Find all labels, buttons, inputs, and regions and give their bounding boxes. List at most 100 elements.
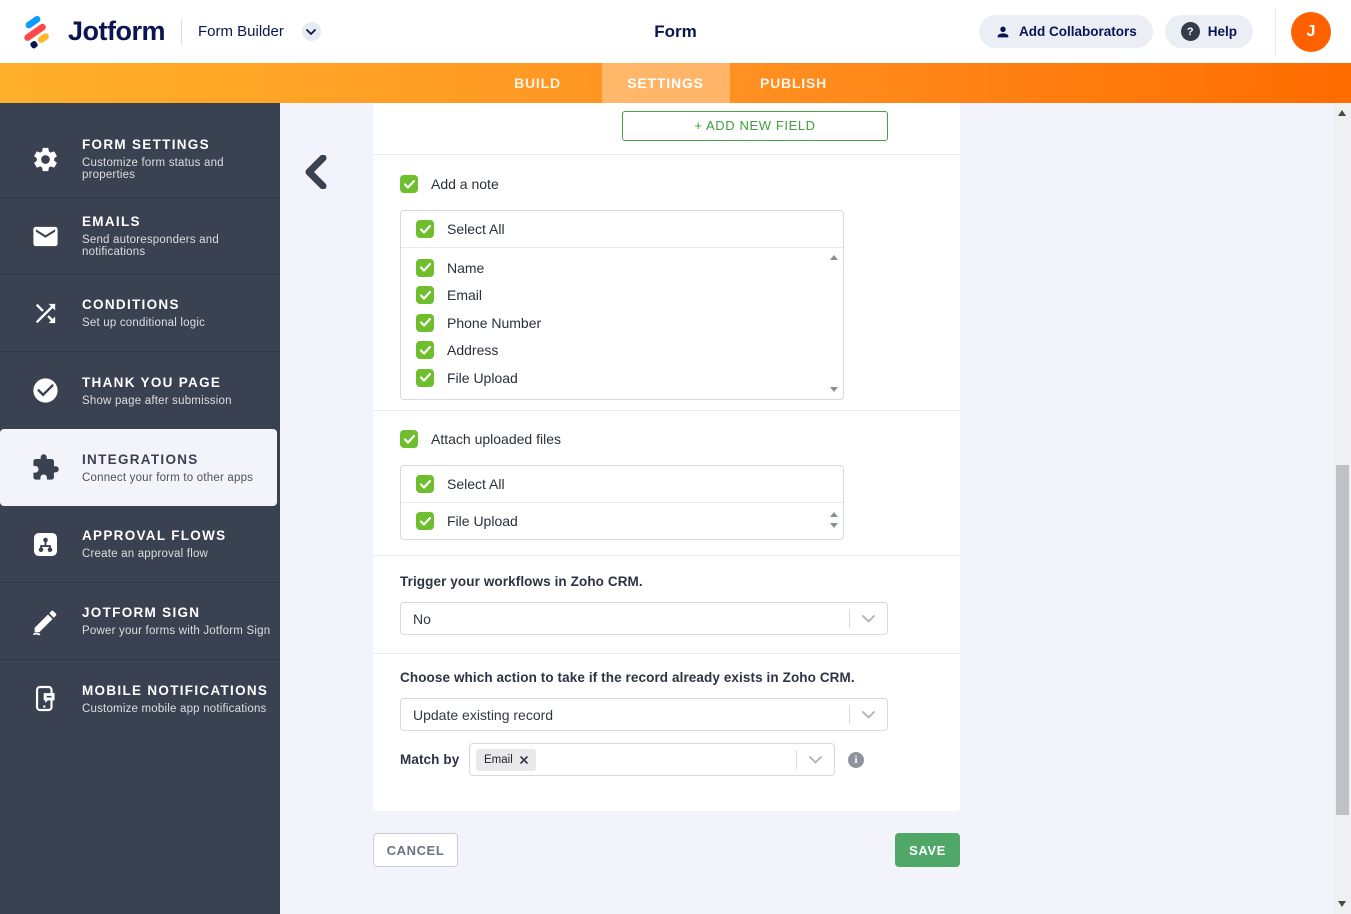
sidebar-item-integrations[interactable]: INTEGRATIONS Connect your form to other … xyxy=(0,429,277,506)
tag-label: Email xyxy=(484,753,513,766)
sidebar-item-thank-you-page[interactable]: THANK YOU PAGE Show page after submissio… xyxy=(0,352,280,429)
sidebar-item-jotform-sign[interactable]: JOTFORM SIGN Power your forms with Jotfo… xyxy=(0,583,280,660)
sidebar-item-title: THANK YOU PAGE xyxy=(82,374,222,390)
header-divider xyxy=(1275,8,1276,55)
jotform-logo-icon[interactable] xyxy=(18,13,56,51)
section-add-field: + ADD NEW FIELD xyxy=(373,103,960,155)
scrollbar-up-icon[interactable] xyxy=(1338,110,1346,116)
tab-publish[interactable]: PUBLISH xyxy=(730,63,858,103)
tabstrip: BUILD SETTINGS PUBLISH xyxy=(474,63,858,103)
field-checkbox[interactable] xyxy=(416,258,434,277)
record-action-select[interactable]: Update existing record xyxy=(400,698,888,731)
tab-settings[interactable]: SETTINGS xyxy=(601,63,730,103)
attach-fields-selectbox: Select All File Upload xyxy=(400,465,844,540)
chevron-down-icon xyxy=(862,710,875,718)
note-select-all-checkbox[interactable] xyxy=(416,220,434,238)
integration-settings-content: + ADD NEW FIELD Add a note Select All Na… xyxy=(280,103,1334,914)
scroll-up-icon[interactable] xyxy=(830,512,838,517)
attach-files-checkbox[interactable] xyxy=(400,430,418,448)
sidebar-item-approval-flows[interactable]: APPROVAL FLOWS Create an approval flow xyxy=(0,506,280,583)
scroll-down-icon[interactable] xyxy=(830,523,838,528)
list-item: File Upload xyxy=(401,503,843,539)
scrollbar-down-icon[interactable] xyxy=(1338,901,1346,907)
header-actions: Add Collaborators ? Help J xyxy=(978,0,1331,63)
scrollbar-thumb[interactable] xyxy=(1336,465,1349,815)
list-item: Address xyxy=(401,337,843,365)
field-checkbox[interactable] xyxy=(416,341,434,360)
sidebar-item-subtitle: Customize form status and properties xyxy=(82,157,224,181)
sidebar-item-title: FORM SETTINGS xyxy=(82,137,210,152)
product-chevron-down-icon[interactable] xyxy=(301,22,321,41)
field-label: File Upload xyxy=(447,369,518,386)
sidebar-item-text: JOTFORM SIGN Power your forms with Jotfo… xyxy=(82,605,270,637)
trigger-workflows-select[interactable]: No xyxy=(400,602,888,635)
back-chevron-icon[interactable] xyxy=(303,154,328,194)
sidebar-item-emails[interactable]: EMAILS Send autoresponders and notificat… xyxy=(0,198,280,275)
approval-flow-icon xyxy=(34,532,57,556)
field-label: Address xyxy=(447,342,499,359)
note-fields-selectbox: Select All Name Email Phone Number Addre… xyxy=(400,210,844,400)
sidebar-item-subtitle: Create an approval flow xyxy=(82,548,209,560)
scroll-up-icon[interactable] xyxy=(830,255,838,260)
add-a-note-row: Add a note xyxy=(400,175,888,193)
sidebar-item-conditions[interactable]: CONDITIONS Set up conditional logic xyxy=(0,275,280,352)
list-item: File Upload xyxy=(401,364,843,392)
save-button[interactable]: SAVE xyxy=(895,833,960,867)
add-a-note-label: Add a note xyxy=(431,176,499,192)
scroll-down-icon[interactable] xyxy=(830,386,838,392)
dropdown-separator xyxy=(849,705,850,724)
shuffle-icon xyxy=(35,303,56,323)
help-label: Help xyxy=(1207,24,1237,39)
sidebar-item-title: CONDITIONS xyxy=(82,297,180,312)
section-record-action: Choose which action to take if the recor… xyxy=(373,654,960,811)
dropdown-right xyxy=(849,603,887,634)
avatar[interactable]: J xyxy=(1291,11,1331,52)
field-label: Name xyxy=(447,259,485,276)
chevron-down-icon xyxy=(862,614,875,622)
dropdown-right xyxy=(849,699,887,730)
sidebar-item-subtitle: Connect your form to other apps xyxy=(82,471,254,484)
add-new-field-button[interactable]: + ADD NEW FIELD xyxy=(622,111,888,141)
help-button[interactable]: ? Help xyxy=(1164,15,1253,48)
match-by-tag: Email xyxy=(476,748,536,771)
sidebar-item-text: MOBILE NOTIFICATIONS Customize mobile ap… xyxy=(82,683,268,715)
sidebar-item-subtitle: Customize mobile app notifications xyxy=(82,702,267,715)
settings-sidebar: FORM SETTINGS Customize form status and … xyxy=(0,103,280,914)
add-collaborators-button[interactable]: Add Collaborators xyxy=(978,15,1153,48)
brand-name[interactable]: Jotform xyxy=(68,16,166,47)
dropdown-separator xyxy=(796,750,797,769)
note-select-all-label: Select All xyxy=(447,221,505,237)
tag-remove-icon[interactable] xyxy=(519,755,528,764)
help-icon: ? xyxy=(1180,22,1200,41)
attach-fields-list: File Upload xyxy=(401,503,843,539)
sidebar-item-subtitle: Power your forms with Jotform Sign xyxy=(82,625,271,637)
gear-icon xyxy=(34,147,57,171)
info-icon[interactable]: i xyxy=(848,751,864,768)
note-select-all-row: Select All xyxy=(401,211,843,248)
page-scrollbar[interactable] xyxy=(1334,103,1351,914)
field-checkbox[interactable] xyxy=(416,368,434,387)
field-checkbox[interactable] xyxy=(416,286,434,305)
section-add-note: Add a note Select All Name Email Phone N… xyxy=(373,155,960,411)
sidebar-item-text: INTEGRATIONS Connect your form to other … xyxy=(82,452,253,484)
sidebar-item-form-settings[interactable]: FORM SETTINGS Customize form status and … xyxy=(0,121,280,198)
envelope-icon xyxy=(33,226,58,246)
note-fields-list: Name Email Phone Number Address File Upl… xyxy=(401,248,843,399)
tab-build[interactable]: BUILD xyxy=(474,63,602,103)
trigger-workflows-label: Trigger your workflows in Zoho CRM. xyxy=(400,574,643,589)
attach-select-all-checkbox[interactable] xyxy=(416,475,434,493)
field-checkbox[interactable] xyxy=(416,313,434,332)
add-a-note-checkbox[interactable] xyxy=(400,175,418,193)
sidebar-item-mobile-notifications[interactable]: MOBILE NOTIFICATIONS Customize mobile ap… xyxy=(0,660,280,737)
match-by-select[interactable]: Email xyxy=(469,743,835,776)
match-by-label: Match by xyxy=(400,752,460,767)
product-name[interactable]: Form Builder xyxy=(198,23,284,40)
sidebar-item-text: EMAILS Send autoresponders and notificat… xyxy=(82,214,280,258)
list-item: Name xyxy=(401,254,843,282)
field-checkbox[interactable] xyxy=(416,512,434,530)
trigger-workflows-value: No xyxy=(413,610,431,627)
sidebar-item-title: JOTFORM SIGN xyxy=(82,605,201,620)
record-action-label: Choose which action to take if the recor… xyxy=(400,670,855,685)
cancel-button[interactable]: CANCEL xyxy=(373,833,458,867)
brand-divider xyxy=(181,18,182,45)
